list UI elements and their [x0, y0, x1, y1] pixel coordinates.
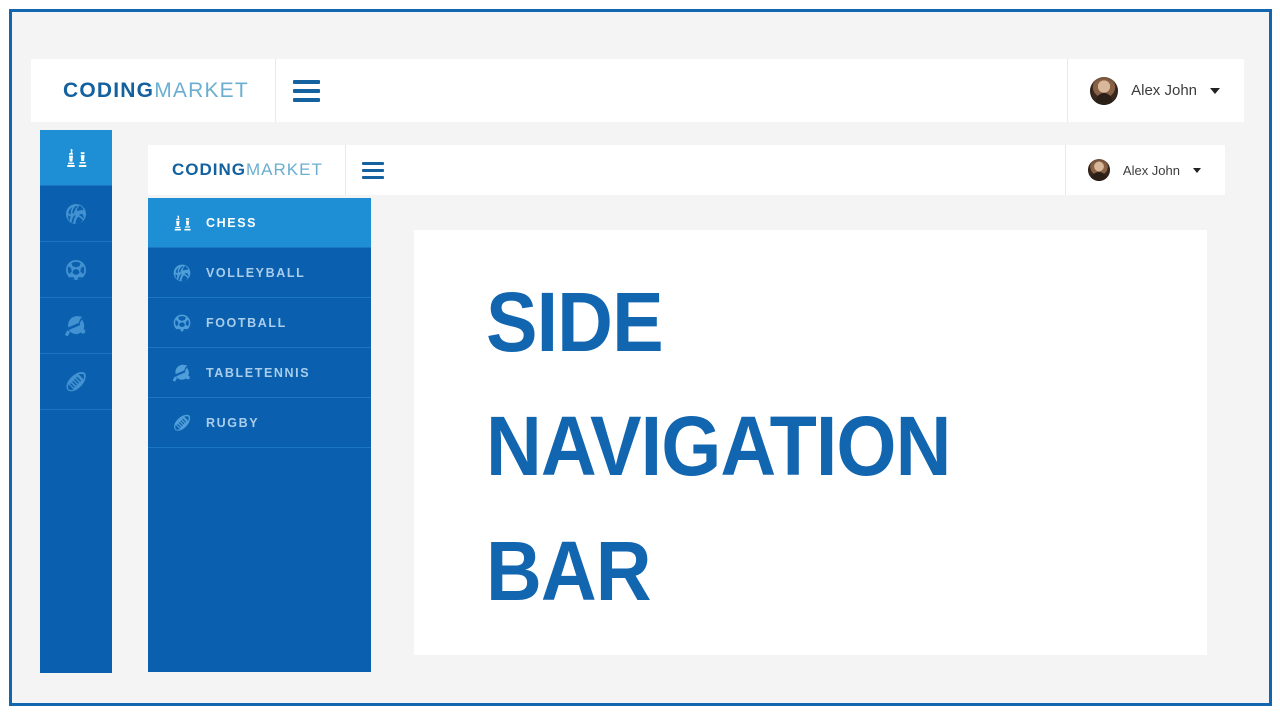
- football-icon: [64, 258, 88, 282]
- inner-user-menu[interactable]: Alex John: [1066, 145, 1225, 195]
- sidebar-item-chess[interactable]: CHESS: [148, 198, 371, 248]
- inner-brand-logo[interactable]: CODINGMARKET: [148, 160, 345, 180]
- tabletennis-icon: [172, 363, 192, 383]
- inner-hamburger-icon[interactable]: [346, 145, 400, 195]
- chevron-down-icon[interactable]: [1193, 167, 1201, 173]
- football-icon: [172, 313, 192, 333]
- rail-item-rugby[interactable]: [40, 354, 112, 410]
- sidebar-item-volleyball[interactable]: VOLLEYBALL: [148, 248, 371, 298]
- main-content-card: SIDE NAVIGATION BAR: [414, 230, 1207, 655]
- rail-item-volleyball[interactable]: [40, 186, 112, 242]
- volleyball-icon: [64, 202, 88, 226]
- chess-icon: [64, 146, 88, 170]
- inner-user-name-label: Alex John: [1122, 162, 1180, 178]
- sidebar-item-label: CHESS: [206, 215, 258, 230]
- user-avatar: [1087, 159, 1110, 181]
- sidebar-item-football[interactable]: FOOTBALL: [148, 298, 371, 348]
- rugby-icon: [64, 370, 88, 394]
- sidebar-item-label: VOLLEYBALL: [206, 265, 306, 280]
- hamburger-bar: [293, 97, 321, 102]
- inner-brand-wordmark: CODINGMARKET: [148, 160, 345, 180]
- app-frame: CODINGMARKET Alex John CODINGMARKET Alex…: [9, 9, 1272, 706]
- sidebar-item-label: TABLETENNIS: [206, 365, 311, 380]
- brand-bold-text: CODING: [63, 78, 155, 102]
- hamburger-bar: [361, 168, 384, 172]
- rail-item-tabletennis[interactable]: [40, 298, 112, 354]
- user-menu[interactable]: Alex John: [1068, 59, 1244, 122]
- outer-header: CODINGMARKET Alex John: [31, 59, 1244, 122]
- user-avatar: [1090, 76, 1119, 105]
- side-navigation-bar: CHESS VOLLEYBALL FOOTBALL TABLETENNIS RU: [148, 198, 371, 672]
- sidebar-item-label: FOOTBALL: [206, 315, 287, 330]
- inner-brand-light-text: MARKET: [246, 160, 323, 179]
- outer-brand-logo[interactable]: CODINGMARKET: [31, 59, 275, 122]
- rugby-icon: [172, 413, 192, 433]
- hamburger-icon[interactable]: [276, 59, 338, 122]
- sidebar-item-rugby[interactable]: RUGBY: [148, 398, 371, 448]
- collapsed-sidebar-rail: [40, 130, 112, 673]
- user-name-label: Alex John: [1131, 82, 1197, 99]
- sidebar-item-label: RUGBY: [206, 415, 260, 430]
- inner-header: CODINGMARKET Alex John: [148, 145, 1225, 195]
- tabletennis-icon: [64, 314, 88, 338]
- rail-item-chess[interactable]: [40, 130, 112, 186]
- inner-brand-bold-text: CODING: [172, 160, 246, 179]
- hamburger-bar: [361, 161, 384, 165]
- hamburger-bar: [361, 175, 384, 179]
- headline-line-1: SIDE: [486, 275, 664, 369]
- chess-icon: [172, 213, 192, 233]
- brand-wordmark: CODINGMARKET: [31, 79, 275, 103]
- headline-line-3: BAR: [486, 523, 652, 618]
- hamburger-bar: [293, 79, 321, 84]
- brand-light-text: MARKET: [154, 78, 249, 102]
- chevron-down-icon[interactable]: [1210, 87, 1220, 94]
- headline-line-2: NAVIGATION: [486, 399, 951, 494]
- rail-item-football[interactable]: [40, 242, 112, 298]
- hamburger-bar: [293, 88, 321, 93]
- sidebar-item-tabletennis[interactable]: TABLETENNIS: [148, 348, 371, 398]
- page-headline: SIDE NAVIGATION BAR: [486, 260, 1075, 633]
- volleyball-icon: [172, 263, 192, 283]
